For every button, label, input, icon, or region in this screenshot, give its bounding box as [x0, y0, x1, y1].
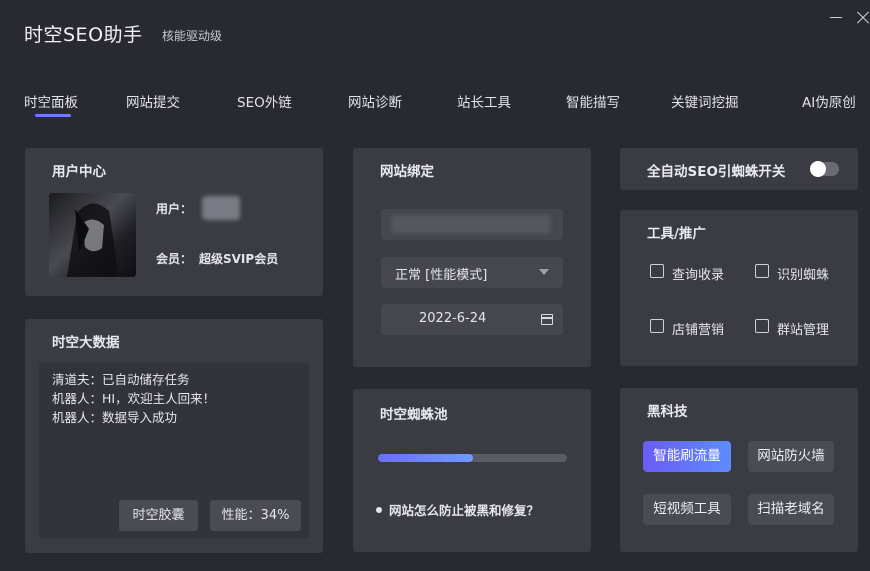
auto-spider-toggle[interactable]	[810, 161, 839, 177]
log-line: 机器人：数据导入成功	[52, 410, 178, 425]
query-index-checkbox[interactable]	[650, 264, 664, 278]
query-index-label: 查询收录	[672, 268, 725, 283]
date-picker[interactable]: 2022-6-24	[381, 304, 563, 335]
app-title: 时空SEO助手	[24, 24, 143, 46]
log-line: 清道夫：已自动储存任务	[52, 372, 190, 387]
log-line: 机器人：HI，欢迎主人回来！	[52, 391, 216, 406]
mode-select[interactable]: 正常 [性能模式]	[381, 257, 563, 288]
big-data-title: 时空大数据	[52, 335, 120, 351]
spider-pool-progress	[378, 454, 567, 462]
member-level: 超级SVIP会员	[199, 252, 279, 266]
performance-badge: 性能：34%	[210, 500, 301, 531]
tab-site-submit[interactable]: 网站提交	[126, 91, 180, 111]
mode-select-value: 正常 [性能模式]	[395, 268, 488, 283]
hack-protection-link[interactable]: 网站怎么防止被黑和修复？	[389, 500, 539, 519]
tab-seo-backlinks[interactable]: SEO外链	[237, 91, 292, 111]
site-url-field[interactable]	[381, 209, 563, 240]
close-button[interactable]	[852, 6, 870, 28]
site-binding-title: 网站绑定	[380, 164, 434, 180]
site-group-label: 群站管理	[777, 323, 830, 338]
calendar-icon	[541, 314, 553, 325]
member-label: 会员：	[156, 252, 193, 266]
progress-fill	[378, 454, 473, 462]
store-marketing-checkbox[interactable]	[650, 319, 664, 333]
tab-webmaster-tools[interactable]: 站长工具	[457, 91, 511, 111]
tab-ai-rewrite[interactable]: AI伪原创	[802, 91, 856, 111]
chevron-down-icon	[539, 269, 549, 275]
scan-old-domain-button[interactable]: 扫描老域名	[748, 494, 834, 525]
tools-title: 工具/推广	[647, 226, 706, 242]
user-label: 用户：	[156, 202, 193, 216]
identify-spider-label: 识别蜘蛛	[777, 268, 830, 283]
app-subtitle: 核能驱动级	[162, 29, 223, 43]
site-url-redacted	[391, 215, 551, 234]
black-tech-title: 黑科技	[647, 404, 688, 420]
active-tab-indicator	[35, 114, 71, 117]
auto-spider-label: 全自动SEO引蜘蛛开关	[647, 164, 786, 180]
smart-traffic-button[interactable]: 智能刷流量	[643, 441, 731, 472]
identify-spider-checkbox[interactable]	[755, 264, 769, 278]
bullet-icon	[376, 507, 382, 513]
tab-keyword-mining[interactable]: 关键词挖掘	[671, 91, 739, 111]
tab-site-diagnosis[interactable]: 网站诊断	[348, 91, 402, 111]
date-value: 2022-6-24	[419, 311, 487, 326]
minimize-button[interactable]	[825, 6, 847, 28]
tab-smart-writing[interactable]: 智能描写	[566, 91, 620, 111]
toggle-knob	[810, 161, 826, 177]
spider-pool-title: 时空蜘蛛池	[380, 407, 448, 423]
site-firewall-button[interactable]: 网站防火墙	[748, 441, 834, 472]
username-redacted	[202, 196, 240, 220]
user-center-title: 用户中心	[52, 164, 106, 180]
site-group-checkbox[interactable]	[755, 319, 769, 333]
time-capsule-button[interactable]: 时空胶囊	[119, 500, 198, 531]
store-marketing-label: 店铺营销	[672, 323, 725, 338]
short-video-tool-button[interactable]: 短视频工具	[643, 494, 731, 525]
tab-dashboard[interactable]: 时空面板	[24, 91, 78, 111]
avatar	[49, 193, 136, 277]
